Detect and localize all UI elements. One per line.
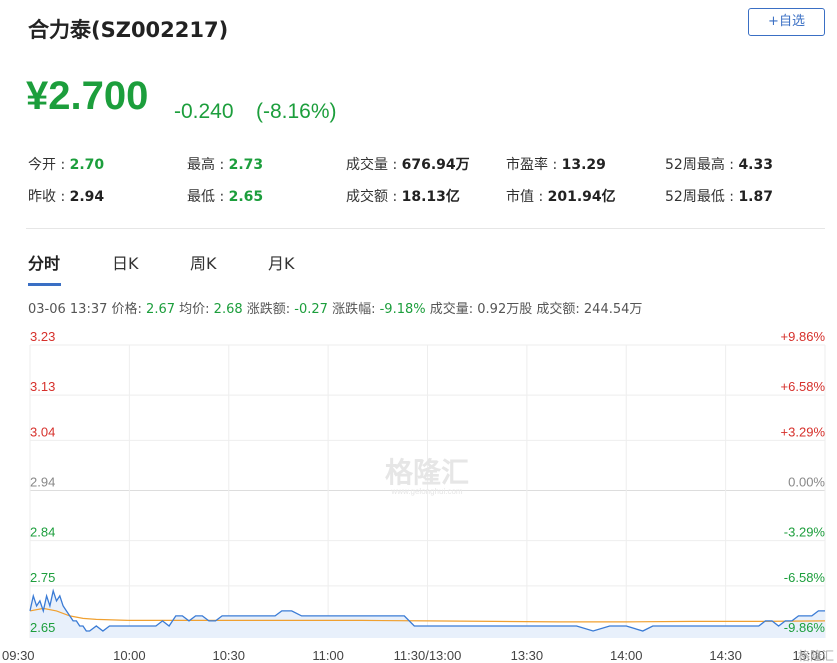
info-datetime: 03-06 13:37 [28,302,108,317]
x-tick-label: 11:00 [312,648,344,663]
header: 合力泰(SZ002217) +自选 [28,8,825,48]
tab-intraday[interactable]: 分时 [28,250,60,274]
y-tick-label-left: 3.04 [30,424,55,439]
stat-open: 今开 : 2.70 [28,157,105,173]
info-amount-label: 成交额: [536,302,580,317]
info-volume-label: 成交量: [429,302,474,317]
corner-logo: 格隆汇 [798,648,834,663]
current-price: ¥2.700 [26,74,149,118]
stat-market-cap: 市值 : 201.94亿 [506,189,616,205]
stat-low: 最低 : 2.65 [187,189,264,205]
stat-52w-low: 52周最低 : 1.87 [665,189,773,205]
info-price-value: 2.67 [146,302,175,317]
y-tick-label-left: 3.23 [30,330,55,344]
hover-info-line: 03-06 13:37 价格: 2.67 均价: 2.68 涨跌额: -0.27… [28,298,642,317]
y-tick-label-right: -9.86% [784,620,826,635]
divider [26,228,825,229]
x-tick-label: 14:00 [610,648,643,663]
info-avg-value: 2.68 [213,302,243,317]
price-change: -0.240 [174,100,234,123]
y-tick-label-right: +3.29% [781,424,826,439]
info-pct-value: -9.18% [379,302,426,317]
x-tick-label: 09:30 [2,648,35,663]
intraday-chart-svg[interactable]: 格隆汇www.gelonghui.com 3.23 +9.86%3.13 +6.58… [0,329,837,663]
y-tick-label-left: 2.65 [30,620,55,635]
intraday-chart[interactable]: 格隆汇 www.gelonghui.com 3.23 +9.86% 3.13 +6.58… [0,329,837,663]
info-pct-label: 涨跌幅: [332,302,376,317]
info-price-label: 价格: [111,302,142,317]
y-tick-label-right: +9.86% [781,330,826,344]
stat-high: 最高 : 2.73 [187,157,264,173]
x-tick-label: 11:30/13:00 [394,648,462,663]
y-tick-label-right: 0.00% [788,474,825,489]
watermark-text: 格隆汇 [385,457,469,488]
info-change-value: -0.27 [294,302,328,317]
stats-grid: 今开 : 2.70 最高 : 2.73 成交量 : 676.94万 市盈率 : … [28,154,818,214]
y-tick-label-left: 3.13 [30,379,55,394]
x-tick-label: 14:30 [709,648,742,663]
x-tick-label: 10:00 [113,648,146,663]
stat-52w-high: 52周最高 : 4.33 [665,157,773,173]
y-tick-label-left: 2.75 [30,570,55,585]
price-change-percent: (-8.16%) [256,100,337,123]
info-change-label: 涨跌额: [246,302,291,317]
info-volume-value: 0.92万股 [477,302,533,317]
y-tick-label-left: 2.94 [30,474,55,489]
stat-volume: 成交量 : 676.94万 [346,157,470,173]
active-tab-indicator [28,283,61,286]
chart-tabs: 分时 日K 周K 月K [28,250,428,286]
tab-weekly-k[interactable]: 周K [190,250,217,274]
y-tick-label-right: +6.58% [781,379,826,394]
watermark-url: www.gelonghui.com [390,487,462,496]
tab-daily-k[interactable]: 日K [112,250,139,274]
x-tick-label: 10:30 [212,648,245,663]
stat-pe: 市盈率 : 13.29 [506,157,606,173]
y-tick-label-left: 2.84 [30,525,55,540]
stock-name: 合力泰(SZ002217) [28,18,229,42]
stat-turnover: 成交额 : 18.13亿 [346,189,460,205]
x-tick-label: 13:30 [511,648,544,663]
y-tick-label-right: -3.29% [784,525,826,540]
y-tick-label-right: -6.58% [784,570,826,585]
tab-monthly-k[interactable]: 月K [268,250,295,274]
stat-prev-close: 昨收 : 2.94 [28,189,105,205]
info-avg-label: 均价: [179,302,210,317]
info-amount-value: 244.54万 [583,302,643,317]
add-to-watchlist-button[interactable]: +自选 [748,8,825,36]
